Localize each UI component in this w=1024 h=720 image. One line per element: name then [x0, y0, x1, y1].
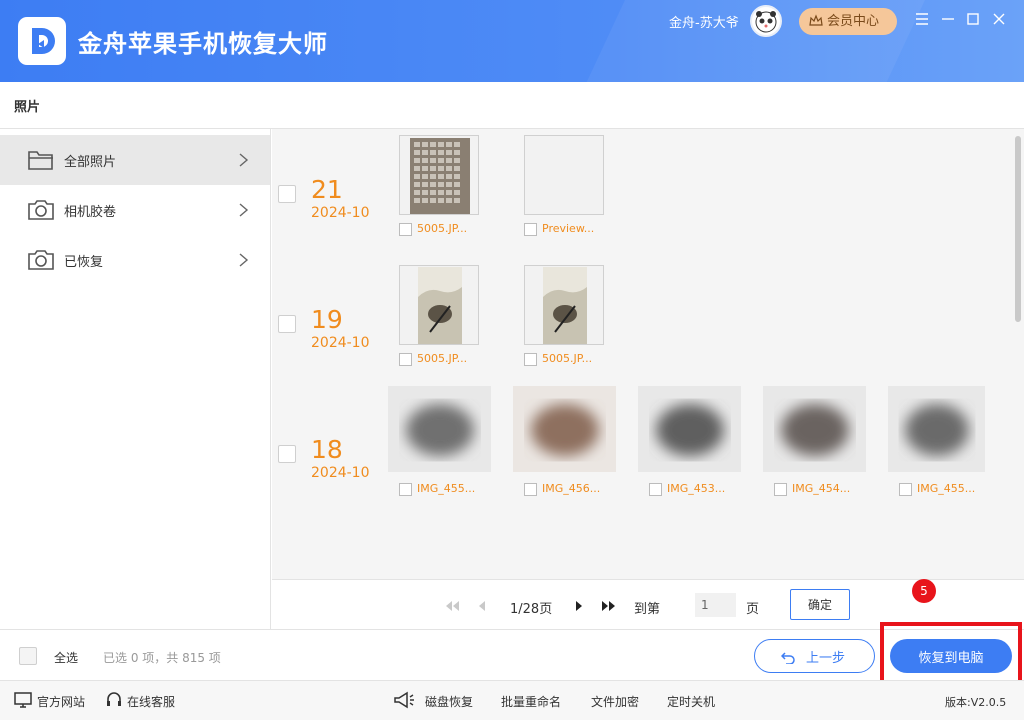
title-bar: 金舟苹果手机恢复大师 金舟-苏大爷 会员中心 — [0, 0, 1024, 82]
group-day: 19 — [311, 305, 343, 334]
selection-status: 已选 0 项，共 815 项 — [103, 651, 221, 665]
maximize-icon[interactable] — [964, 10, 982, 28]
first-page-icon[interactable] — [443, 598, 461, 614]
photo-thumbnail[interactable] — [399, 265, 479, 345]
file-checkbox[interactable] — [524, 353, 537, 366]
file-encrypt-link[interactable]: 文件加密 — [591, 693, 639, 710]
section-header: 照片 — [0, 82, 1024, 129]
photo-thumbnail[interactable] — [638, 386, 741, 472]
sidebar-item-label: 全部照片 — [64, 155, 117, 170]
app-logo-icon — [18, 17, 66, 65]
sidebar: 全部照片 相机胶卷 已恢复 — [0, 129, 271, 629]
photo-grid-area — [272, 129, 1024, 579]
file-name: IMG_454... — [792, 482, 851, 495]
select-all-checkbox[interactable] — [19, 647, 37, 665]
chevron-right-icon — [239, 203, 249, 217]
previous-step-label: 上一步 — [805, 650, 845, 666]
group-month: 2024-10 — [311, 205, 370, 221]
username-label[interactable]: 金舟-苏大爷 — [669, 12, 739, 31]
page-info: 1/28页 — [510, 602, 553, 617]
file-checkbox[interactable] — [399, 223, 412, 236]
chevron-right-icon — [239, 153, 249, 167]
page-number-input[interactable] — [695, 593, 736, 617]
camera-icon — [28, 250, 54, 270]
avatar[interactable] — [750, 5, 782, 37]
file-checkbox[interactable] — [649, 483, 662, 496]
group-checkbox[interactable] — [278, 185, 296, 203]
previous-page-icon[interactable] — [477, 598, 487, 614]
sidebar-item-recovered[interactable]: 已恢复 — [0, 235, 270, 285]
photo-thumbnail[interactable] — [513, 386, 616, 472]
vip-center-label: 会员中心 — [827, 14, 880, 29]
action-bar: 全选 已选 0 项，共 815 项 上一步 恢复到电脑 — [0, 629, 1024, 680]
file-name: 5005.JP... — [417, 352, 468, 365]
sidebar-item-label: 相机胶卷 — [64, 205, 117, 220]
file-name: 5005.JP... — [542, 352, 593, 365]
file-checkbox[interactable] — [524, 223, 537, 236]
disk-recovery-link[interactable]: 磁盘恢复 — [425, 693, 473, 710]
scheduled-shutdown-link[interactable]: 定时关机 — [667, 693, 715, 710]
file-name: Preview... — [542, 222, 595, 235]
next-page-icon[interactable] — [574, 598, 584, 614]
group-month: 2024-10 — [311, 335, 370, 351]
last-page-icon[interactable] — [600, 598, 618, 614]
photo-thumbnail[interactable] — [763, 386, 866, 472]
menu-icon[interactable] — [913, 10, 931, 28]
sidebar-item-camera-roll[interactable]: 相机胶卷 — [0, 185, 270, 235]
online-support-link[interactable]: 在线客服 — [127, 693, 175, 710]
sidebar-item-all-photos[interactable]: 全部照片 — [0, 135, 270, 185]
file-name: IMG_456... — [542, 482, 601, 495]
photo-thumbnail[interactable] — [388, 386, 491, 472]
group-month: 2024-10 — [311, 465, 370, 481]
confirm-page-button[interactable]: 确定 — [790, 589, 850, 620]
app-title: 金舟苹果手机恢复大师 — [78, 30, 328, 58]
monitor-icon — [14, 692, 32, 708]
minimize-icon[interactable] — [939, 10, 957, 28]
file-checkbox[interactable] — [524, 483, 537, 496]
file-checkbox[interactable] — [774, 483, 787, 496]
sidebar-item-label: 已恢复 — [64, 255, 104, 270]
page-unit-label: 页 — [746, 602, 760, 617]
footer-bar: 官方网站 在线客服 磁盘恢复 批量重命名 文件加密 定时关机 版本:V2.0.5 — [0, 680, 1024, 720]
folder-icon — [28, 151, 53, 170]
select-all-label[interactable]: 全选 — [54, 649, 78, 666]
vertical-scrollbar[interactable] — [1015, 136, 1021, 322]
photo-thumbnail[interactable] — [524, 265, 604, 345]
camera-icon — [28, 200, 54, 220]
section-title: 照片 — [14, 100, 41, 115]
megaphone-icon — [394, 691, 414, 709]
file-name: IMG_455... — [917, 482, 976, 495]
chevron-right-icon — [239, 253, 249, 267]
file-checkbox[interactable] — [399, 483, 412, 496]
file-name: 5005.JP... — [417, 222, 468, 235]
close-icon[interactable] — [990, 10, 1008, 28]
photo-thumbnail[interactable] — [888, 386, 985, 472]
headset-icon — [107, 692, 121, 706]
file-name: IMG_455... — [417, 482, 476, 495]
file-checkbox[interactable] — [899, 483, 912, 496]
vip-center-button[interactable]: 会员中心 — [799, 8, 897, 35]
photo-thumbnail[interactable] — [399, 135, 479, 215]
official-website-link[interactable]: 官方网站 — [37, 693, 85, 710]
goto-label: 到第 — [634, 602, 661, 617]
version-label: 版本:V2.0.5 — [945, 696, 1007, 709]
group-day: 21 — [311, 175, 343, 204]
group-checkbox[interactable] — [278, 445, 296, 463]
file-name: IMG_453... — [667, 482, 726, 495]
highlight-annotation — [880, 622, 1022, 688]
crown-icon — [809, 14, 823, 26]
file-checkbox[interactable] — [399, 353, 412, 366]
undo-arrow-icon — [781, 652, 795, 664]
previous-step-button[interactable]: 上一步 — [754, 639, 875, 673]
group-checkbox[interactable] — [278, 315, 296, 333]
batch-rename-link[interactable]: 批量重命名 — [501, 693, 561, 710]
photo-thumbnail[interactable] — [524, 135, 604, 215]
step-badge: 5 — [912, 579, 936, 603]
group-day: 18 — [311, 435, 343, 464]
